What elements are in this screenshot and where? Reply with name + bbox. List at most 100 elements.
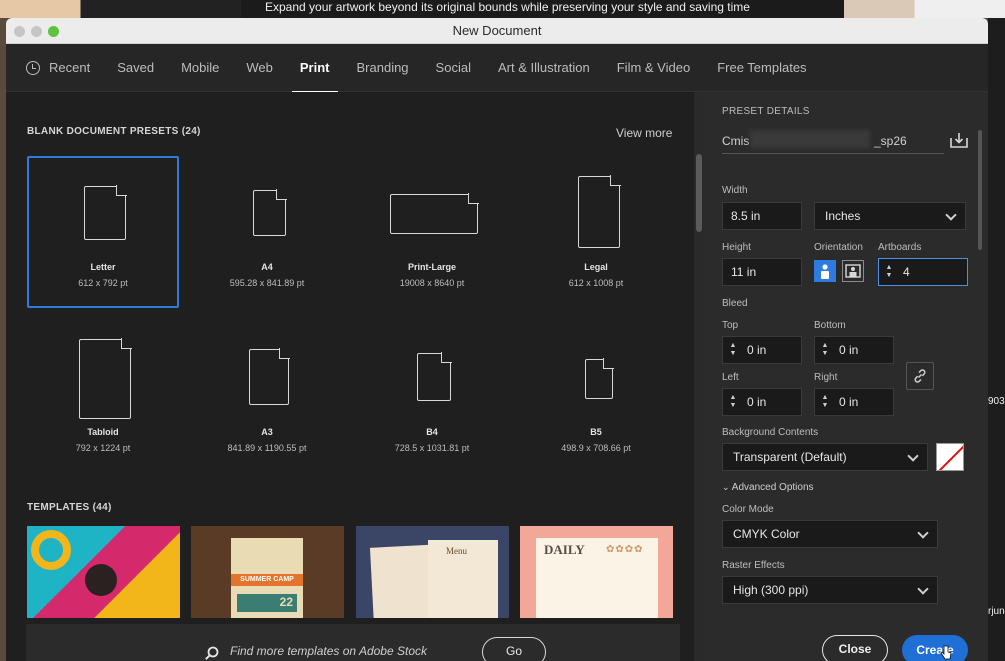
template-band: SUMMER CAMP [231,574,303,586]
bleed-bottom-value: 0 in [839,343,859,357]
bleed-label: Bleed [722,298,748,309]
document-name-field[interactable]: Cmis _sp26 [722,130,944,154]
bleed-top-label: Top [722,320,739,331]
preset-b5[interactable]: B5 498.9 x 708.66 pt [520,321,672,473]
preset-a4[interactable]: A4 595.28 x 841.89 pt [191,156,343,308]
preset-a3[interactable]: A3 841.89 x 1190.55 pt [191,321,343,473]
presets-heading-text: BLANK DOCUMENT PRESETS [27,126,179,137]
document-name-prefix: Cmis [722,134,750,148]
link-bleed-button[interactable] [906,362,934,390]
height-input[interactable]: 11 in [722,258,802,286]
color-mode-dropdown[interactable]: CMYK Color [722,520,938,548]
preset-b4[interactable]: B4 728.5 x 1031.81 pt [356,321,508,473]
stepper-arrows[interactable]: ▲ ▼ [879,259,899,285]
bleed-top-stepper[interactable]: ▲ ▼ 0 in [722,336,802,364]
background-contents-label: Background Contents [722,427,819,438]
tab-label: Free Templates [717,60,807,75]
preset-details-panel: PRESET DETAILS Cmis _sp26 Width 8.5 in I… [704,92,988,661]
tab-art-illustration[interactable]: Art & Illustration [498,44,590,92]
bleed-right-stepper[interactable]: ▲ ▼ 0 in [814,388,894,416]
close-button[interactable]: Close [822,635,888,661]
template-poster-title: SUMMER CAMP [240,576,294,583]
tab-web[interactable]: Web [246,44,273,92]
scrollbar-thumb[interactable] [696,154,702,232]
window-title: New Document [452,23,542,38]
blurred-name-section [750,130,870,148]
preset-name: Tabloid [87,427,119,437]
template-thumbnail-daily-planner[interactable]: DAILY ✿✿✿✿ [520,526,673,618]
presets-scrollbar[interactable] [694,92,704,661]
chevron-down-icon [917,583,929,595]
tab-label: Mobile [181,60,220,75]
template-decoration [31,530,71,570]
tab-saved[interactable]: Saved [117,44,154,92]
template-thumbnail-summer-camp[interactable]: SUMMER CAMP 22 [191,526,344,618]
tab-free-templates[interactable]: Free Templates [717,44,806,92]
save-preset-icon[interactable] [950,132,968,148]
template-thumbnail-geometric[interactable] [27,526,180,618]
artboards-stepper[interactable]: ▲ ▼ 4 [878,258,968,286]
template-decoration [85,564,117,596]
presets-area: BLANK DOCUMENT PRESETS (24) View more Le… [6,92,694,661]
portrait-orientation-button[interactable] [814,260,836,282]
width-input[interactable]: 8.5 in [722,202,802,230]
preset-legal[interactable]: Legal 612 x 1008 pt [520,156,672,308]
template-thumbnail-menu[interactable]: Menu [356,526,509,618]
link-icon [914,369,926,383]
chevron-down-icon [945,209,957,221]
stock-search-input[interactable]: Find more templates on Adobe Stock [230,644,427,658]
preset-letter[interactable]: Letter 612 x 792 pt [27,156,179,308]
advanced-options-toggle[interactable]: ⌄ Advanced Options [722,482,814,493]
document-icon [417,352,452,401]
color-mode-value: CMYK Color [733,527,800,541]
raster-effects-label: Raster Effects [722,560,785,571]
preset-name: A4 [261,262,273,272]
tab-social[interactable]: Social [436,44,471,92]
raster-effects-dropdown[interactable]: High (300 ppi) [722,576,938,604]
template-band: 22 [237,594,297,612]
view-more-link[interactable]: View more [616,126,672,140]
create-button[interactable]: Create [902,635,968,661]
document-icon [585,358,614,399]
orientation-label: Orientation [814,242,863,253]
clock-icon [26,60,40,75]
tab-film-video[interactable]: Film & Video [617,44,690,92]
background-right-text-1: 903 [988,396,1005,407]
template-poster: SUMMER CAMP 22 [231,538,303,618]
details-scrollbar[interactable] [978,130,982,250]
units-dropdown[interactable]: Inches [814,202,966,230]
preset-dimensions: 841.89 x 1190.55 pt [227,443,307,453]
raster-effects-value: High (300 ppi) [733,583,809,597]
tab-mobile[interactable]: Mobile [181,44,219,92]
preset-tabloid[interactable]: Tabloid 792 x 1224 pt [27,321,179,473]
tab-label: Print [299,60,330,75]
stepper-arrows[interactable]: ▲ ▼ [815,337,835,363]
preset-dimensions: 595.28 x 841.89 pt [229,278,305,288]
panel-fade [704,606,988,626]
bleed-bottom-stepper[interactable]: ▲ ▼ 0 in [814,336,894,364]
bleed-bottom-label: Bottom [814,320,846,331]
tab-label: Film & Video [616,60,691,75]
background-banner: Expand your artwork beyond its original … [0,0,1005,18]
templates-count: (44) [92,502,112,513]
landscape-orientation-button[interactable] [842,260,864,282]
stepper-arrows[interactable]: ▲ ▼ [815,389,835,415]
hand-cursor-icon [940,645,952,660]
template-page: Menu [428,540,498,618]
color-mode-label: Color Mode [722,504,774,515]
tab-recent[interactable]: Recent [26,44,90,92]
bleed-left-stepper[interactable]: ▲ ▼ 0 in [722,388,802,416]
tab-print[interactable]: Print [291,44,338,93]
stepper-arrows[interactable]: ▲ ▼ [723,389,743,415]
preset-dimensions: 498.9 x 708.66 pt [561,443,631,453]
document-icon [390,193,479,234]
preset-name: Legal [584,262,608,272]
preset-print-large[interactable]: Print-Large 19008 x 8640 pt [356,156,508,308]
tab-branding[interactable]: Branding [357,44,409,92]
go-button[interactable]: Go [482,637,546,661]
background-color-swatch[interactable] [936,443,964,471]
stepper-arrows[interactable]: ▲ ▼ [723,337,743,363]
height-label: Height [722,242,751,253]
template-decoration: ✿✿✿✿ [606,544,644,555]
background-contents-dropdown[interactable]: Transparent (Default) [722,443,928,471]
